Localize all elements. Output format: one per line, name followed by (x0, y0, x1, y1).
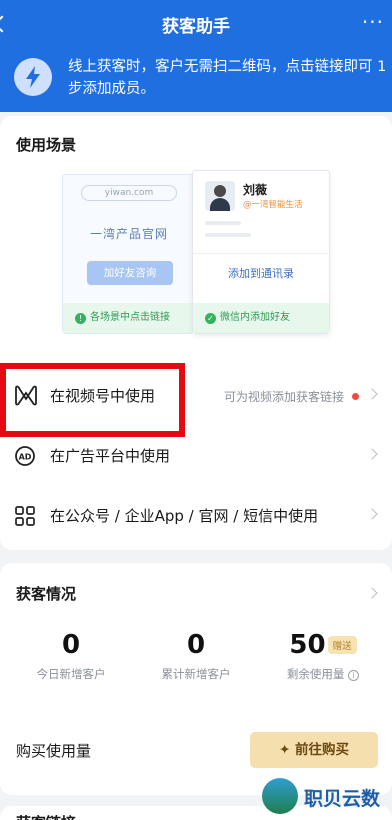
stat-remaining: 50 赠送 剩余使用量 i (258, 630, 388, 682)
tip-right-text: 微信内添加好友 (220, 312, 290, 323)
chevron-right-icon (366, 448, 378, 460)
url-bar: yiwan.com (81, 185, 177, 201)
red-dot-badge (352, 393, 359, 400)
info-icon[interactable]: i (348, 670, 360, 681)
stat-label: 今日新增客户 (36, 667, 106, 681)
add-friend-mock-button: 加好友咨询 (87, 261, 173, 285)
placeholder-line (205, 221, 241, 225)
check-icon: ✓ (205, 313, 216, 324)
buy-icon: ✦ (278, 742, 295, 758)
apps-grid-icon (14, 505, 38, 527)
row-official-accounts[interactable]: 在公众号 / 企业App / 官网 / 短信中使用 (0, 486, 392, 546)
stat-value: 0 (61, 630, 81, 660)
tip-right: ✓ 微信内添加好友 (193, 303, 329, 333)
ad-icon: AD (14, 445, 38, 467)
tip-left-text: 各场景中点击链接 (90, 312, 170, 323)
stat-label: 累计新增客户 (161, 667, 231, 681)
section-title: 获客链接 (16, 812, 76, 820)
site-name: 一湾产品官网 (89, 227, 168, 241)
avatar (205, 181, 235, 211)
website-mockup: yiwan.com 一湾产品官网 加好友咨询 ! 各场景中点击链接 (62, 174, 195, 334)
logo-icon (262, 778, 298, 814)
lightning-icon (14, 58, 52, 96)
stat-value-row: 50 赠送 (258, 630, 388, 660)
stat-value: 50 (289, 630, 326, 660)
stat-value: 0 (186, 630, 206, 660)
placeholder-line (205, 233, 251, 237)
contact-name: 刘薇 (243, 183, 268, 197)
go-buy-button[interactable]: ✦ 前往购买 (250, 732, 378, 768)
divider (193, 253, 329, 254)
section-title: 使用场景 (16, 136, 77, 154)
row-hint: 可为视频添加获客链接 (223, 390, 344, 404)
header: 获客助手 ··· 线上获客时，客户无需扫二维码，点击链接即可 1 步添加成员。 (0, 0, 392, 112)
add-to-contacts-label: 添加到通讯录 (228, 267, 294, 280)
svg-text:AD: AD (19, 453, 32, 462)
contact-card-mockup: 刘薇 @一湾智能生活 添加到通讯录 ✓ 微信内添加好友 (192, 170, 330, 334)
check-icon: ! (75, 313, 86, 324)
intro-text: 线上获客时，客户无需扫二维码，点击链接即可 1 步添加成员。 (68, 59, 387, 97)
scene-illustration: yiwan.com 一湾产品官网 加好友咨询 ! 各场景中点击链接 刘薇 @一湾智… (62, 170, 334, 342)
stat-label: 剩余使用量 (286, 667, 345, 681)
gift-badge: 赠送 (327, 636, 357, 654)
stat-label-row: 剩余使用量 i (258, 666, 388, 682)
section-title: 获客情况 (16, 585, 77, 603)
buy-usage-label: 购买使用量 (16, 742, 92, 760)
chevron-right-icon (366, 508, 378, 520)
watermark-logo: 职贝云数 (260, 772, 392, 820)
contact-company: @一湾智能生活 (243, 200, 303, 210)
page-title: 获客助手 (162, 17, 230, 37)
stat-total: 0 累计新增客户 (131, 630, 261, 682)
row-label: 在公众号 / 企业App / 官网 / 短信中使用 (50, 507, 319, 525)
stat-today: 0 今日新增客户 (6, 630, 136, 682)
more-icon[interactable]: ··· (362, 10, 384, 34)
row-label: 在广告平台中使用 (50, 447, 171, 465)
row-ad-platform[interactable]: AD 在广告平台中使用 (0, 426, 392, 486)
go-buy-label: 前往购买 (295, 742, 349, 758)
tip-left: ! 各场景中点击链接 (63, 303, 195, 333)
logo-text: 职贝云数 (304, 788, 381, 810)
chevron-right-icon (366, 388, 378, 400)
chevron-right-icon[interactable] (366, 587, 378, 599)
